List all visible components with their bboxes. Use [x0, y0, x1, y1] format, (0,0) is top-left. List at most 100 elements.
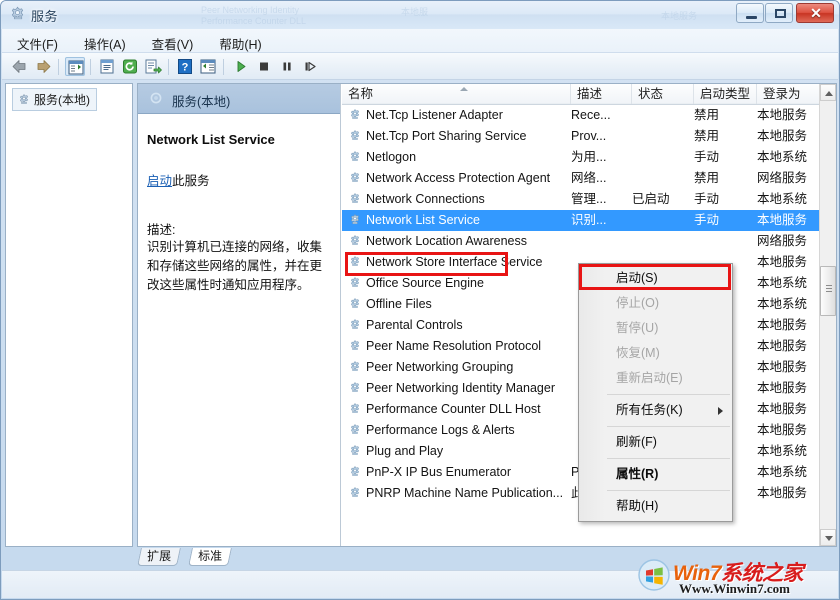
menu-view[interactable]: 查看(V) — [143, 32, 203, 55]
cell-logon-as: 本地服务 — [757, 126, 827, 147]
detail-header-label: 服务(本地) — [172, 91, 230, 110]
minimize-button[interactable] — [736, 3, 764, 23]
cell-logon-as: 本地服务 — [757, 336, 827, 357]
table-row[interactable]: Netlogon 为用... 手动本地系统 — [342, 147, 836, 168]
table-row[interactable]: Network Access Protection Agent网络...禁用网络… — [342, 168, 836, 189]
close-icon: ✕ — [797, 4, 835, 22]
cell-logon-as: 本地系统 — [757, 273, 827, 294]
column-logon-as[interactable]: 登录为 — [757, 84, 825, 104]
tab-standard-label: 标准 — [198, 548, 222, 565]
cell-logon-as: 本地服务 — [757, 315, 827, 336]
ctx-refresh[interactable]: 刷新(F) — [579, 430, 732, 455]
cell-service-name: PNRP Machine Name Publication... — [348, 483, 563, 504]
show-action-pane-icon[interactable] — [198, 57, 218, 76]
toolbar-separator-3 — [168, 59, 169, 75]
cell-logon-as: 本地系统 — [757, 462, 827, 483]
toolbar-separator-1 — [58, 59, 59, 75]
scroll-up-button[interactable] — [820, 84, 836, 101]
scroll-down-button[interactable] — [820, 529, 836, 546]
start-service-suffix: 此服务 — [172, 174, 210, 188]
cell-service-name: Offline Files — [348, 294, 432, 315]
ctx-help[interactable]: 帮助(H) — [579, 494, 732, 519]
cell-status — [632, 105, 690, 126]
cell-service-name: Net.Tcp Port Sharing Service — [348, 126, 527, 147]
tree-root-label: 服务(本地) — [34, 93, 90, 107]
restart-service-icon[interactable] — [300, 57, 320, 76]
console-tree-pane: 服务(本地) — [5, 83, 133, 547]
column-status[interactable]: 状态 — [632, 84, 694, 104]
cell-service-name: Plug and Play — [348, 441, 443, 462]
cell-description: Prov... — [571, 126, 629, 147]
services-window: 服务 Peer Networking Identity Performance … — [0, 0, 840, 600]
chevron-up-icon — [825, 91, 833, 96]
sidebar-item-services-local[interactable]: 服务(本地) — [12, 88, 97, 111]
tab-standard[interactable]: 标准 — [188, 548, 232, 566]
cell-service-name: Net.Tcp Listener Adapter — [348, 105, 503, 126]
cell-service-name: Netlogon — [348, 147, 416, 168]
service-name-title: Network List Service — [147, 132, 275, 147]
ctx-properties[interactable]: 属性(R) — [579, 462, 732, 487]
menu-file[interactable]: 文件(F) — [8, 32, 67, 55]
menu-help[interactable]: 帮助(H) — [210, 32, 270, 55]
tab-extended[interactable]: 扩展 — [137, 548, 181, 566]
cell-description: 网络... — [571, 168, 629, 189]
forward-arrow-icon[interactable] — [33, 57, 53, 76]
cell-logon-as: 本地服务 — [757, 357, 827, 378]
cell-startup-type: 手动 — [694, 210, 756, 231]
maximize-icon — [775, 9, 786, 18]
svg-text:?: ? — [182, 62, 189, 74]
cell-service-name: Peer Name Resolution Protocol — [348, 336, 541, 357]
ctx-all-tasks[interactable]: 所有任务(K) — [579, 398, 732, 423]
ctx-resume: 恢复(M) — [579, 341, 732, 366]
cell-service-name: Office Source Engine — [348, 273, 484, 294]
menu-separator — [607, 458, 730, 459]
stop-service-icon[interactable] — [254, 57, 274, 76]
cell-service-name: Network Location Awareness — [348, 231, 527, 252]
cell-logon-as: 本地系统 — [757, 147, 827, 168]
properties-icon[interactable] — [97, 57, 117, 76]
cell-description: 管理... — [571, 189, 629, 210]
services-gear-icon — [9, 6, 26, 23]
table-row[interactable]: Network Connections管理...已启动手动本地系统 — [342, 189, 836, 210]
cell-startup-type: 禁用 — [694, 126, 756, 147]
cell-logon-as: 本地服务 — [757, 210, 827, 231]
aero-ghost-text-2: Performance Counter DLL — [201, 16, 306, 26]
cell-logon-as: 本地系统 — [757, 441, 827, 462]
cell-logon-as: 本地服务 — [757, 399, 827, 420]
cell-logon-as: 本地服务 — [757, 252, 827, 273]
cell-startup-type: 手动 — [694, 147, 756, 168]
cell-logon-as: 网络服务 — [757, 168, 827, 189]
refresh-icon[interactable] — [120, 57, 140, 76]
cell-status — [632, 147, 690, 168]
cell-service-name: Network List Service — [348, 210, 480, 231]
window-title: 服务 — [31, 6, 58, 25]
close-button[interactable]: ✕ — [796, 3, 834, 23]
ctx-restart: 重新启动(E) — [579, 366, 732, 391]
description-text: 识别计算机已连接的网络，收集和存储这些网络的属性，并在更改这些属性时通知应用程序… — [147, 238, 333, 295]
column-description[interactable]: 描述 — [571, 84, 632, 104]
cell-service-name: Parental Controls — [348, 315, 463, 336]
menu-action[interactable]: 操作(A) — [75, 32, 135, 55]
view-tabs: 扩展 标准 — [137, 548, 837, 567]
services-gear-icon — [17, 93, 31, 107]
help-icon[interactable]: ? — [175, 57, 195, 76]
back-arrow-icon[interactable] — [10, 57, 30, 76]
table-row[interactable]: Network List Service识别...手动本地服务 — [342, 210, 836, 231]
pause-service-icon[interactable] — [277, 57, 297, 76]
ctx-start[interactable]: 启动(S) — [579, 266, 732, 291]
column-name[interactable]: 名称 — [342, 84, 571, 104]
status-bar — [2, 570, 838, 598]
vertical-scrollbar[interactable] — [819, 84, 836, 546]
scrollbar-thumb[interactable] — [820, 266, 836, 316]
show-hide-tree-icon[interactable] — [65, 57, 85, 76]
table-row[interactable]: Net.Tcp Listener AdapterRece...禁用本地服务 — [342, 105, 836, 126]
table-row[interactable]: Network Location Awareness网络服务 — [342, 231, 836, 252]
maximize-button[interactable] — [765, 3, 793, 23]
start-service-link[interactable]: 启动 — [147, 174, 172, 188]
start-service-icon[interactable] — [231, 57, 251, 76]
service-action-line: 启动此服务 — [147, 170, 210, 189]
export-list-icon[interactable] — [143, 57, 163, 76]
table-row[interactable]: Net.Tcp Port Sharing Service Prov... 禁用本地服… — [342, 126, 836, 147]
column-startup-type[interactable]: 启动类型 — [694, 84, 757, 104]
cell-description: 为用... — [571, 147, 629, 168]
